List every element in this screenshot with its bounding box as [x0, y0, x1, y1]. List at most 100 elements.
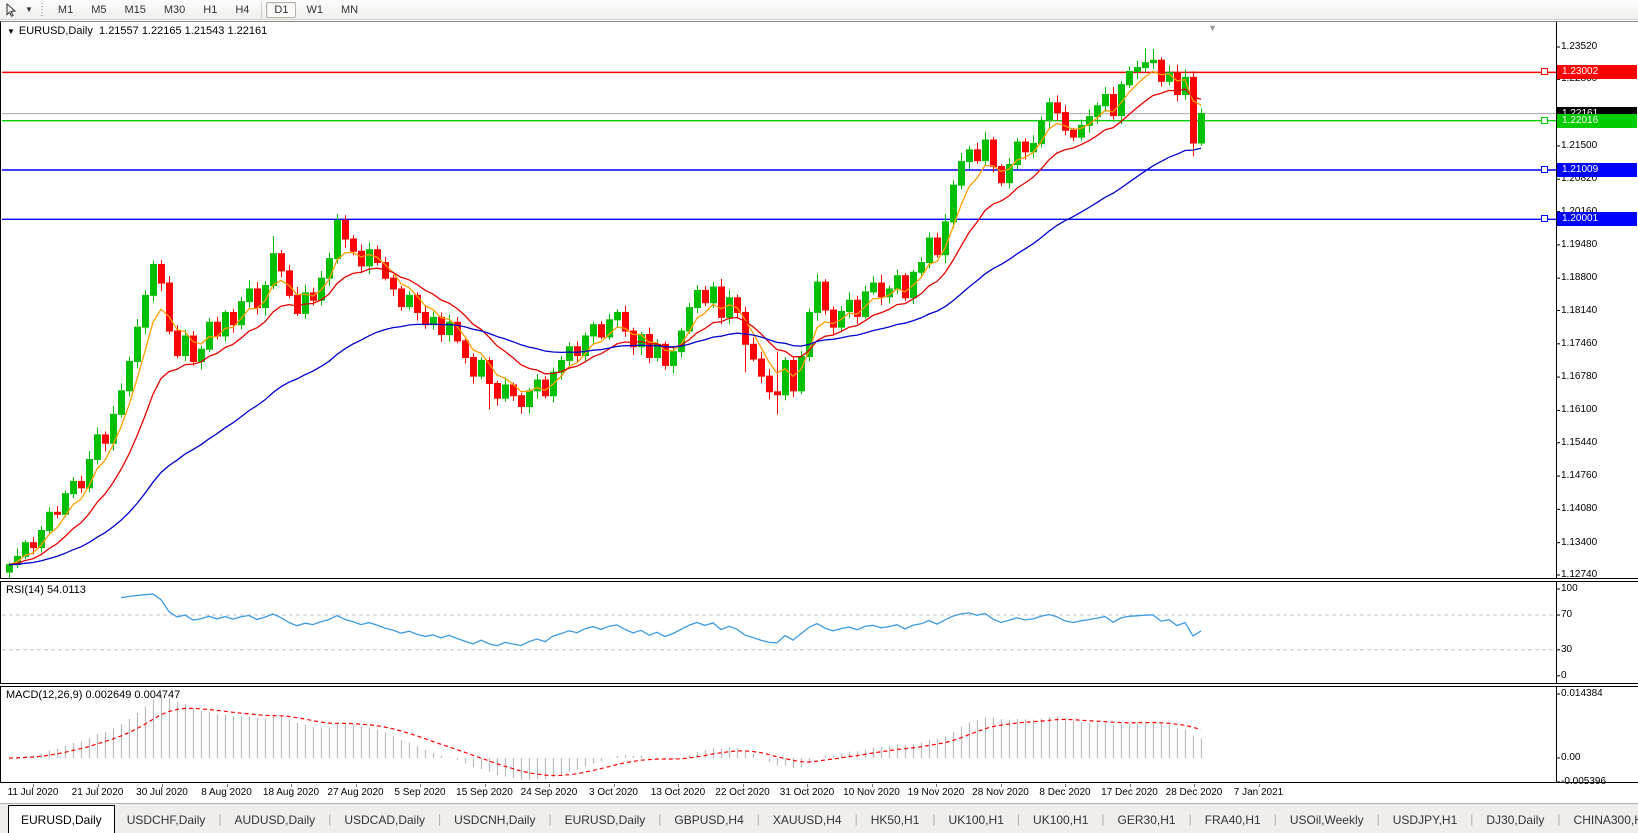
- candle-body: [438, 316, 445, 336]
- chart-tab-usdcnh-daily[interactable]: USDCNH,Daily: [442, 807, 547, 833]
- price-axis-label: 1.12740: [1561, 569, 1598, 580]
- candle-body: [830, 309, 837, 328]
- chart-tab-dj30-daily[interactable]: DJ30,Daily: [1474, 807, 1556, 833]
- chart-tab-china300-h1[interactable]: CHINA300,H1: [1562, 807, 1638, 833]
- chart-tab-hk50-h1[interactable]: HK50,H1: [859, 807, 932, 833]
- candle-body: [1134, 67, 1141, 72]
- candle-body: [462, 340, 469, 359]
- candle-body: [990, 139, 997, 168]
- chart-tab-ger30-h1[interactable]: GER30,H1: [1106, 807, 1188, 833]
- price-axis-label: 1.16100: [1561, 404, 1598, 416]
- chart-tab-uk100-h1[interactable]: UK100,H1: [937, 807, 1016, 833]
- rsi-axis-label: 70: [1561, 609, 1573, 621]
- rsi-indicator-panel[interactable]: RSI(14) 54.0113 100 70 30 0: [0, 581, 1638, 684]
- timeframe-button-m15[interactable]: M15: [116, 2, 153, 18]
- timeframe-button-mn[interactable]: MN: [333, 2, 366, 18]
- time-axis-label: 10 Nov 2020: [843, 787, 900, 798]
- timeframe-button-h4[interactable]: H4: [227, 2, 257, 18]
- timeframe-button-d1[interactable]: D1: [266, 1, 297, 18]
- time-axis-label: 8 Aug 2020: [201, 787, 252, 798]
- candle-body: [422, 311, 429, 326]
- candle-body: [1150, 59, 1157, 64]
- price-axis-label: 1.15440: [1561, 436, 1598, 448]
- time-axis[interactable]: 11 Jul 2020 21 Jul 2020 30 Jul 2020 8 Aug 2…: [0, 784, 1638, 802]
- chart-tab-xauusd-h4[interactable]: XAUUSD,H4: [761, 807, 854, 833]
- timeframe-button-w1[interactable]: W1: [298, 2, 331, 18]
- price-axis-label: 1.21500: [1561, 139, 1598, 151]
- time-axis-label: 21 Jul 2020: [71, 787, 124, 798]
- timeframe-button-m30[interactable]: M30: [156, 2, 193, 18]
- chart-tab-usdchf-daily[interactable]: USDCHF,Daily: [115, 807, 218, 833]
- cursor-tool-icon[interactable]: [0, 1, 22, 19]
- candle-body: [1142, 62, 1149, 69]
- hline-drag-handle[interactable]: [1541, 165, 1548, 173]
- candle-body: [414, 294, 421, 313]
- candle-body: [1190, 76, 1197, 144]
- candle-body: [478, 359, 485, 377]
- main-chart-panel[interactable]: ▼ EURUSD,Daily 1.21557 1.22165 1.21543 1.…: [0, 21, 1638, 580]
- time-axis-label: 19 Nov 2020: [907, 787, 965, 798]
- time-axis-label: 30 Jul 2020: [136, 787, 188, 798]
- macd-indicator-panel[interactable]: MACD(12,26,9) 0.002649 0.004747 0.014384…: [0, 686, 1638, 787]
- timeframe-button-h1[interactable]: H1: [195, 2, 225, 18]
- candle-body: [30, 542, 37, 549]
- chart-tab-uk100-h1[interactable]: UK100,H1: [1021, 807, 1100, 833]
- candle-body: [1126, 70, 1133, 86]
- chart-shift-marker-icon[interactable]: ▼: [1208, 23, 1217, 33]
- chart-tab-eurusd-daily[interactable]: EURUSD,Daily: [8, 805, 115, 833]
- chart-tab-eurusd-daily[interactable]: EURUSD,Daily: [553, 807, 658, 833]
- price-axis-label: 1.14080: [1561, 503, 1598, 515]
- candle-body: [518, 395, 525, 408]
- chart-tab-audusd-daily[interactable]: AUDUSD,Daily: [223, 807, 328, 833]
- hline-drag-handle[interactable]: [1541, 116, 1548, 124]
- chart-tab-gbpusd-h4[interactable]: GBPUSD,H4: [662, 807, 755, 833]
- candle-body: [694, 289, 701, 309]
- chart-tab-usdcad-daily[interactable]: USDCAD,Daily: [332, 807, 437, 833]
- hline-drag-handle[interactable]: [1541, 215, 1548, 223]
- candle-body: [158, 263, 165, 284]
- candle-body: [974, 149, 981, 162]
- candle-body: [342, 219, 349, 240]
- toolbar-grip-handle[interactable]: [39, 2, 45, 17]
- candle-body: [470, 357, 477, 377]
- rsi-axis-label: 0: [1561, 669, 1567, 681]
- candle-body: [846, 299, 853, 312]
- candle-body: [326, 258, 333, 279]
- candle-body: [894, 275, 901, 290]
- candle-body: [966, 149, 973, 163]
- candle-body: [142, 294, 149, 328]
- candle-body: [590, 324, 597, 337]
- candle-body: [918, 262, 925, 273]
- macd-axis-label: 0.00: [1561, 752, 1581, 763]
- candle-body: [534, 379, 541, 392]
- candle-body: [350, 238, 357, 252]
- chart-tab-usoil-weekly[interactable]: USOil,Weekly: [1278, 807, 1376, 833]
- candle-body: [718, 286, 725, 318]
- candle-body: [102, 434, 109, 444]
- chart-tab-usdjpy-h1[interactable]: USDJPY,H1: [1381, 807, 1469, 833]
- trading-terminal-window: ▼ M1 M5 M15 M30 H1 H4 D1 W1 MN ▼ EURUSD,Daily 1.2…: [0, 0, 1638, 833]
- time-axis-label: 15 Sep 2020: [456, 787, 513, 798]
- candle-body: [526, 390, 533, 408]
- macd-canvas: [8, 687, 1560, 783]
- candle-body: [78, 480, 85, 489]
- time-axis-label: 28 Dec 2020: [1165, 787, 1223, 798]
- candle-body: [62, 493, 69, 515]
- collapse-triangle-icon[interactable]: ▼: [7, 27, 15, 36]
- candle-body: [870, 282, 877, 293]
- level-price-tag: 1.22016: [1557, 113, 1637, 128]
- chart-tab-fra40-h1[interactable]: FRA40,H1: [1193, 807, 1273, 833]
- timeframe-button-m5[interactable]: M5: [83, 2, 114, 18]
- candle-body: [1046, 102, 1053, 121]
- candle-body: [726, 297, 733, 318]
- cursor-tool-dropdown-icon[interactable]: ▼: [22, 5, 36, 14]
- timeframe-button-m1[interactable]: M1: [50, 2, 81, 18]
- candle-body: [750, 343, 757, 360]
- hline-drag-handle[interactable]: [1541, 68, 1548, 76]
- time-axis-label: 27 Aug 2020: [327, 787, 384, 798]
- candle-body: [246, 288, 253, 303]
- candle-body: [950, 184, 957, 223]
- level-price-tag: 1.20001: [1557, 212, 1637, 227]
- timeframe-buttons: M1 M5 M15 M30 H1 H4 D1 W1 MN: [49, 1, 367, 18]
- candle-body: [566, 346, 573, 361]
